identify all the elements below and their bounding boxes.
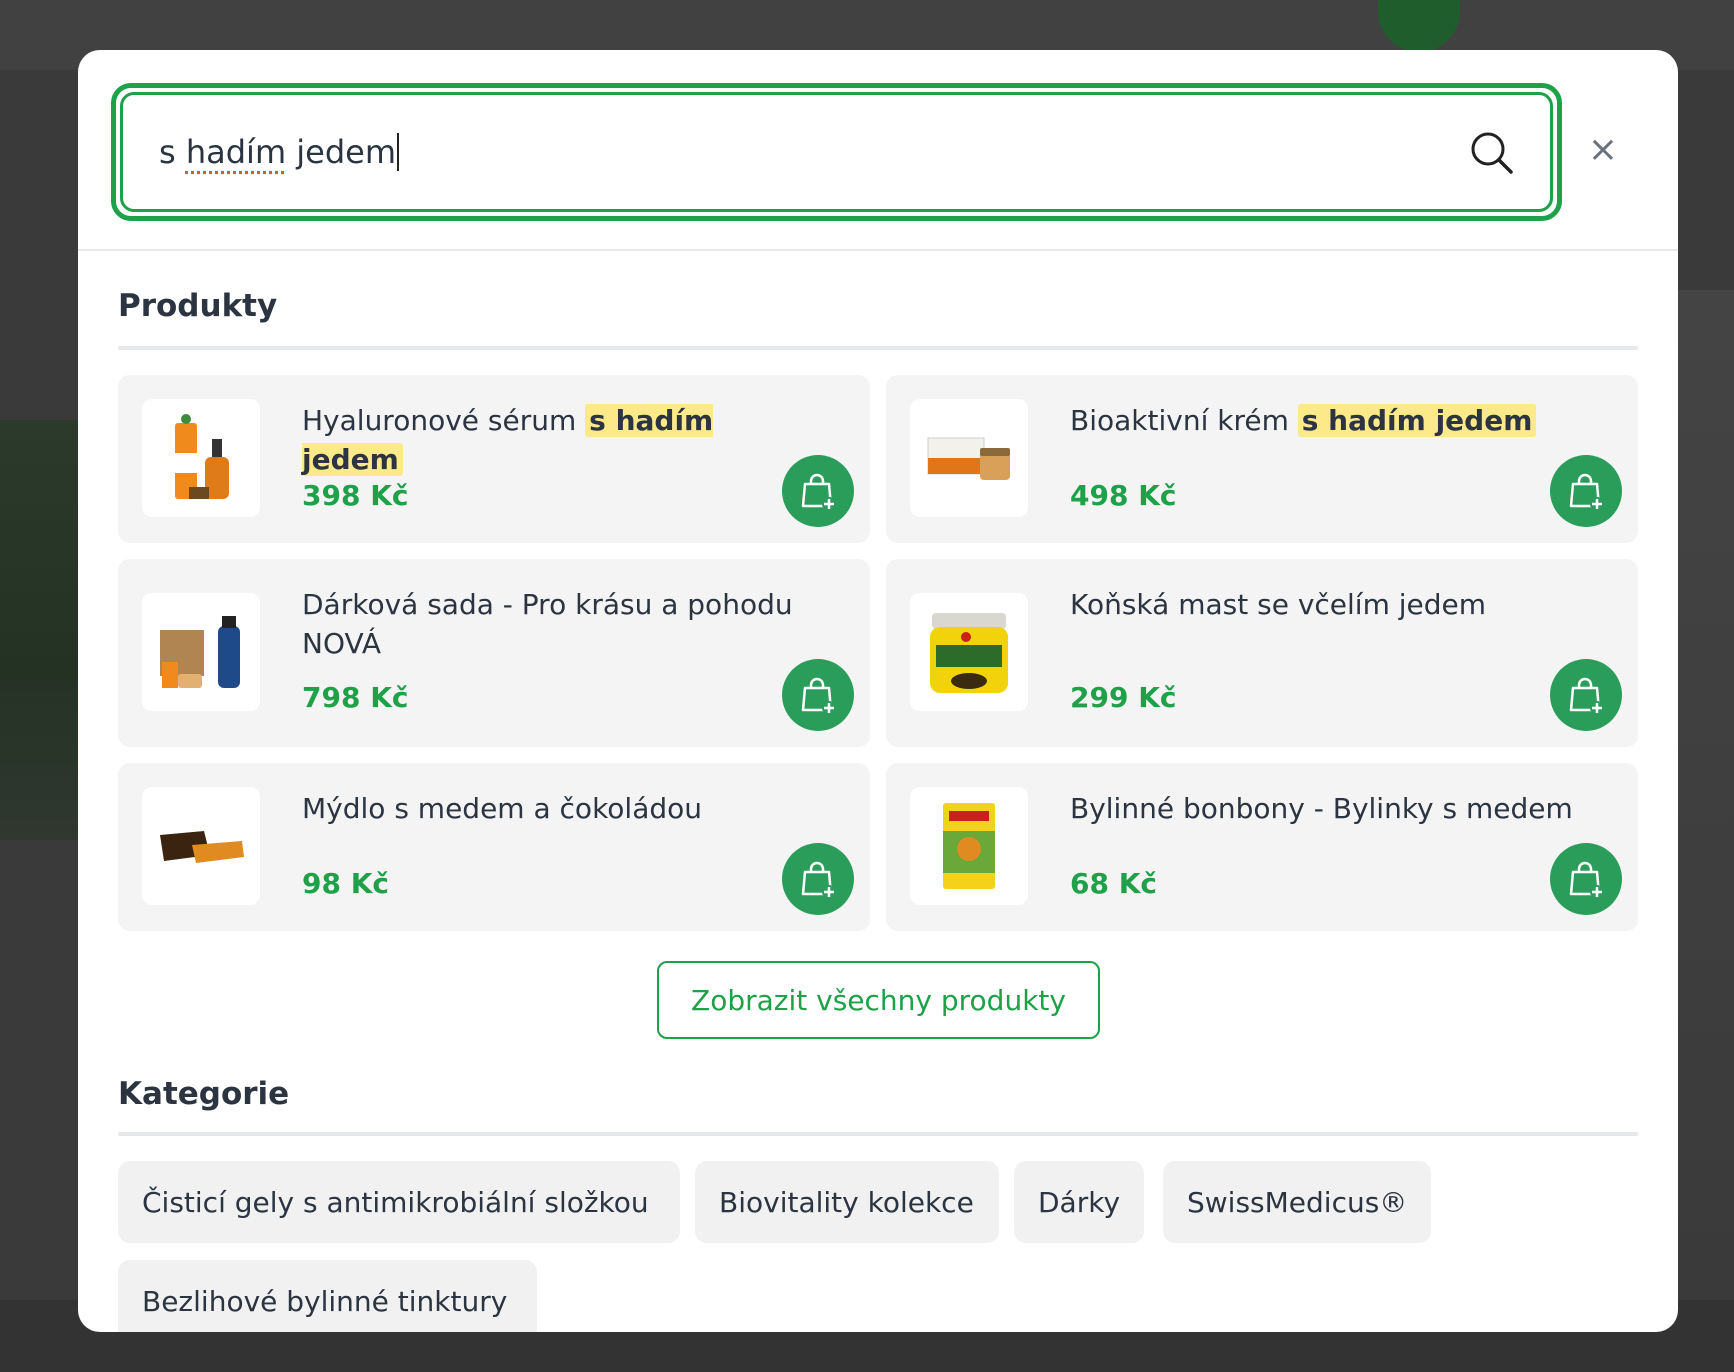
product-name[interactable]: Mýdlo s medem a čokoládou <box>302 789 812 828</box>
add-to-cart-button[interactable] <box>1550 659 1622 731</box>
categories-divider <box>118 1132 1638 1136</box>
background-banner-right <box>1676 290 1734 1290</box>
product-image[interactable] <box>910 787 1028 905</box>
shopping-bag-plus-icon <box>1569 473 1604 511</box>
candy-bag-image <box>943 803 995 889</box>
products-divider <box>118 346 1638 350</box>
gift-set-image <box>160 616 240 688</box>
product-price: 798 Kč <box>302 681 409 714</box>
ointment-jar-image <box>930 613 1008 693</box>
product-image[interactable] <box>910 399 1028 517</box>
product-image[interactable] <box>142 593 260 711</box>
add-to-cart-button[interactable] <box>1550 843 1622 915</box>
search-modal: s hadím jedem × Produkty Hyaluronové sér… <box>78 50 1678 1332</box>
category-chip[interactable]: Bezlihové bylinné tinktury <box>118 1260 537 1332</box>
shopping-bag-plus-icon <box>1569 677 1604 715</box>
product-name[interactable]: Bioaktivní krém s hadím jedem <box>1070 401 1580 440</box>
category-chip[interactable]: Dárky <box>1014 1161 1144 1243</box>
search-highlight: s hadím jedem <box>1297 404 1537 437</box>
close-icon[interactable]: × <box>1585 132 1621 168</box>
categories-heading: Kategorie <box>118 1076 290 1112</box>
add-to-cart-button[interactable] <box>782 843 854 915</box>
search-query-part: jedem <box>286 133 397 171</box>
text-caret <box>397 133 400 171</box>
category-chip[interactable]: Čisticí gely s antimikrobiální složkou <box>118 1161 680 1243</box>
product-image[interactable] <box>910 593 1028 711</box>
product-card[interactable]: Koňská mast se včelím jedem 299 Kč <box>886 559 1638 747</box>
product-price: 498 Kč <box>1070 479 1177 512</box>
background-banner-left <box>0 420 78 840</box>
category-chip[interactable]: Biovitality kolekce <box>695 1161 999 1243</box>
product-image[interactable] <box>142 399 260 517</box>
product-price: 68 Kč <box>1070 867 1158 900</box>
add-to-cart-button[interactable] <box>782 659 854 731</box>
search-icon[interactable] <box>1468 129 1514 175</box>
product-card[interactable]: Bylinné bonbony - Bylinky s medem 68 Kč <box>886 763 1638 931</box>
search-input[interactable]: s hadím jedem <box>159 133 1468 171</box>
product-name[interactable]: Koňská mast se včelím jedem <box>1070 585 1580 624</box>
product-price: 398 Kč <box>302 479 409 512</box>
product-card[interactable]: Mýdlo s medem a čokoládou 98 Kč <box>118 763 870 931</box>
product-price: 299 Kč <box>1070 681 1177 714</box>
product-image[interactable] <box>142 787 260 905</box>
shopping-bag-plus-icon <box>1569 861 1604 899</box>
product-name[interactable]: Hyaluronové sérum s hadím jedem <box>302 401 812 479</box>
search-query-part: s <box>159 133 186 171</box>
search-header: s hadím jedem × <box>78 50 1678 251</box>
product-card[interactable]: Bioaktivní krém s hadím jedem 498 Kč <box>886 375 1638 543</box>
products-heading: Produkty <box>118 288 278 324</box>
category-chip[interactable]: SwissMedicus® <box>1163 1161 1431 1243</box>
product-name-text: Hyaluronové sérum <box>302 404 577 437</box>
product-card[interactable]: Dárková sada - Pro krásu a pohodu NOVÁ 7… <box>118 559 870 747</box>
shopping-bag-plus-icon <box>801 473 836 511</box>
add-to-cart-button[interactable] <box>782 455 854 527</box>
product-name[interactable]: Bylinné bonbony - Bylinky s medem <box>1070 789 1580 828</box>
shopping-bag-plus-icon <box>801 861 836 899</box>
product-card[interactable]: Hyaluronové sérum s hadím jedem 398 Kč <box>118 375 870 543</box>
show-all-products-button[interactable]: Zobrazit všechny produkty <box>657 961 1100 1039</box>
product-price: 98 Kč <box>302 867 390 900</box>
search-query-misspelled: hadím <box>185 133 287 171</box>
soap-image <box>160 831 244 863</box>
cream-box-image <box>927 437 1010 480</box>
add-to-cart-button[interactable] <box>1550 455 1622 527</box>
product-name-text: Bioaktivní krém <box>1070 404 1289 437</box>
product-name[interactable]: Dárková sada - Pro krásu a pohodu NOVÁ <box>302 585 812 663</box>
serum-bottles-image <box>175 414 229 499</box>
shopping-bag-plus-icon <box>801 677 836 715</box>
search-field[interactable]: s hadím jedem <box>111 83 1562 221</box>
